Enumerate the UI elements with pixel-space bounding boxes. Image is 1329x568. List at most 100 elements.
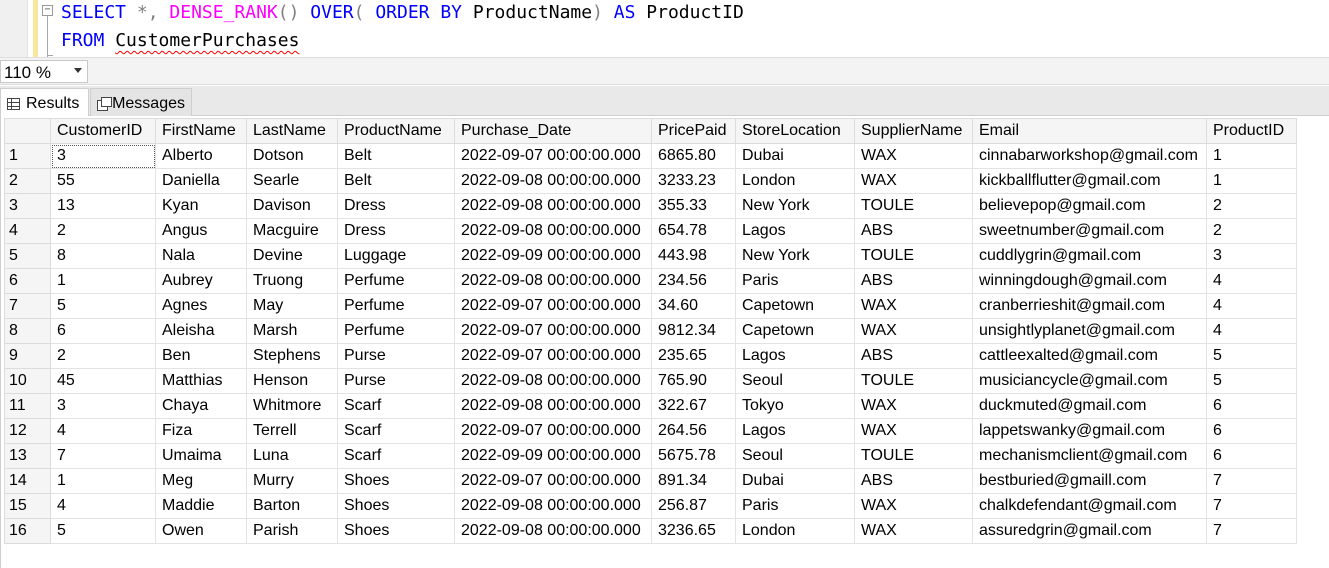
table-cell[interactable]: 322.67 [651, 393, 736, 419]
table-cell[interactable]: Belt [337, 168, 455, 194]
table-cell[interactable]: Shoes [337, 493, 455, 519]
results-grid-area[interactable]: CustomerID FirstName LastName ProductNam… [0, 116, 1329, 568]
table-row[interactable]: 1 3 Alberto Dotson Belt 2022-09-07 00:00:00.0… [4, 143, 1297, 169]
table-cell[interactable]: WAX [854, 318, 973, 344]
table-row[interactable]: 16 5 Owen Parish Shoes 2022-09-08 00:00:00.00… [4, 518, 1297, 544]
table-cell[interactable]: 1 [50, 268, 156, 294]
table-cell[interactable]: WAX [854, 393, 973, 419]
table-cell[interactable]: musiciancycle@gmail.com [972, 368, 1207, 394]
row-header[interactable]: 5 [4, 243, 51, 269]
row-header[interactable]: 2 [4, 168, 51, 194]
table-cell[interactable]: Stephens [246, 343, 338, 369]
table-cell[interactable]: Scarf [337, 393, 455, 419]
table-cell[interactable]: 6 [1206, 393, 1297, 419]
table-cell[interactable]: Meg [155, 468, 247, 494]
table-cell[interactable]: Perfume [337, 293, 455, 319]
table-cell[interactable]: 234.56 [651, 268, 736, 294]
table-cell[interactable]: Purse [337, 368, 455, 394]
table-cell[interactable]: 2022-09-07 00:00:00.000 [454, 468, 652, 494]
table-cell[interactable]: Dotson [246, 143, 338, 169]
table-cell[interactable]: Dress [337, 218, 455, 244]
table-cell[interactable]: Umaima [155, 443, 247, 469]
table-cell[interactable]: 2022-09-07 00:00:00.000 [454, 418, 652, 444]
table-cell[interactable]: Devine [246, 243, 338, 269]
table-cell[interactable]: Barton [246, 493, 338, 519]
table-cell[interactable]: 2022-09-07 00:00:00.000 [454, 293, 652, 319]
table-cell[interactable]: 443.98 [651, 243, 736, 269]
table-cell[interactable]: Purse [337, 343, 455, 369]
table-cell[interactable]: Seoul [735, 368, 855, 394]
table-cell[interactable]: WAX [854, 143, 973, 169]
table-cell[interactable]: 7 [1206, 468, 1297, 494]
table-row[interactable]: 15 4 Maddie Barton Shoes 2022-09-08 00:00:00.… [4, 493, 1297, 519]
column-header[interactable]: ProductID [1206, 118, 1297, 144]
table-cell[interactable]: 891.34 [651, 468, 736, 494]
table-cell[interactable]: 1 [50, 468, 156, 494]
table-cell[interactable]: lappetswanky@gmail.com [972, 418, 1207, 444]
tab-results[interactable]: Results [0, 88, 89, 116]
table-cell[interactable]: Fiza [155, 418, 247, 444]
table-cell[interactable]: assuredgrin@gmail.com [972, 518, 1207, 544]
zoom-dropdown[interactable]: 110 % [0, 60, 88, 83]
column-header[interactable]: ProductName [337, 118, 455, 144]
sql-editor[interactable]: − SELECT *, DENSE_RANK() OVER( ORDER BY … [0, 0, 1329, 57]
table-cell[interactable]: ABS [854, 268, 973, 294]
table-cell[interactable]: Aleisha [155, 318, 247, 344]
table-cell[interactable]: Lagos [735, 218, 855, 244]
table-cell[interactable]: 2 [1206, 218, 1297, 244]
table-cell[interactable]: TOULE [854, 443, 973, 469]
table-cell[interactable]: 1 [1206, 143, 1297, 169]
table-cell[interactable]: 1 [1206, 168, 1297, 194]
row-header[interactable]: 9 [4, 343, 51, 369]
row-header[interactable]: 11 [4, 393, 51, 419]
table-cell[interactable]: Paris [735, 268, 855, 294]
table-cell[interactable]: WAX [854, 418, 973, 444]
table-cell[interactable]: Henson [246, 368, 338, 394]
table-cell[interactable]: Chaya [155, 393, 247, 419]
table-cell[interactable]: 5 [50, 518, 156, 544]
table-cell[interactable]: 3233.23 [651, 168, 736, 194]
table-cell[interactable]: Daniella [155, 168, 247, 194]
table-cell[interactable]: 2022-09-08 00:00:00.000 [454, 168, 652, 194]
table-cell[interactable]: 2022-09-09 00:00:00.000 [454, 243, 652, 269]
row-header[interactable]: 8 [4, 318, 51, 344]
table-cell[interactable]: 55 [50, 168, 156, 194]
table-cell[interactable]: 45 [50, 368, 156, 394]
row-header[interactable]: 13 [4, 443, 51, 469]
table-cell[interactable]: WAX [854, 518, 973, 544]
table-cell[interactable]: Matthias [155, 368, 247, 394]
chevron-down-icon[interactable] [74, 68, 82, 73]
table-cell[interactable]: WAX [854, 293, 973, 319]
table-cell[interactable]: 2022-09-07 00:00:00.000 [454, 318, 652, 344]
table-cell[interactable]: Belt [337, 143, 455, 169]
table-cell[interactable]: Capetown [735, 293, 855, 319]
table-cell[interactable]: 3 [1206, 243, 1297, 269]
table-cell[interactable]: Murry [246, 468, 338, 494]
table-cell[interactable]: 5675.78 [651, 443, 736, 469]
table-cell[interactable]: New York [735, 193, 855, 219]
table-cell[interactable]: Maddie [155, 493, 247, 519]
column-header[interactable]: Email [972, 118, 1207, 144]
table-cell[interactable]: 4 [50, 418, 156, 444]
column-header[interactable]: CustomerID [50, 118, 156, 144]
table-cell[interactable]: 7 [1206, 518, 1297, 544]
table-row[interactable]: 5 8 Nala Devine Luggage 2022-09-09 00:00:00.0… [4, 243, 1297, 269]
table-cell[interactable]: 5 [1206, 343, 1297, 369]
table-cell[interactable]: Aubrey [155, 268, 247, 294]
table-cell[interactable]: 2 [1206, 193, 1297, 219]
table-cell[interactable]: Scarf [337, 443, 455, 469]
table-cell[interactable]: 6 [1206, 418, 1297, 444]
table-cell[interactable]: 2022-09-07 00:00:00.000 [454, 343, 652, 369]
table-cell[interactable]: Capetown [735, 318, 855, 344]
table-cell[interactable]: Whitmore [246, 393, 338, 419]
table-cell[interactable]: Perfume [337, 268, 455, 294]
table-cell[interactable]: 5 [50, 293, 156, 319]
table-row[interactable]: 14 1 Meg Murry Shoes 2022-09-07 00:00:00.000 8… [4, 468, 1297, 494]
table-cell[interactable]: TOULE [854, 368, 973, 394]
table-cell[interactable]: 3 [50, 143, 156, 169]
table-cell[interactable]: 2022-09-08 00:00:00.000 [454, 493, 652, 519]
table-cell[interactable]: unsightlyplanet@gmail.com [972, 318, 1207, 344]
row-header[interactable]: 16 [4, 518, 51, 544]
table-row[interactable]: 8 6 Aleisha Marsh Perfume 2022-09-07 00:00:00… [4, 318, 1297, 344]
table-cell[interactable]: 2 [50, 343, 156, 369]
